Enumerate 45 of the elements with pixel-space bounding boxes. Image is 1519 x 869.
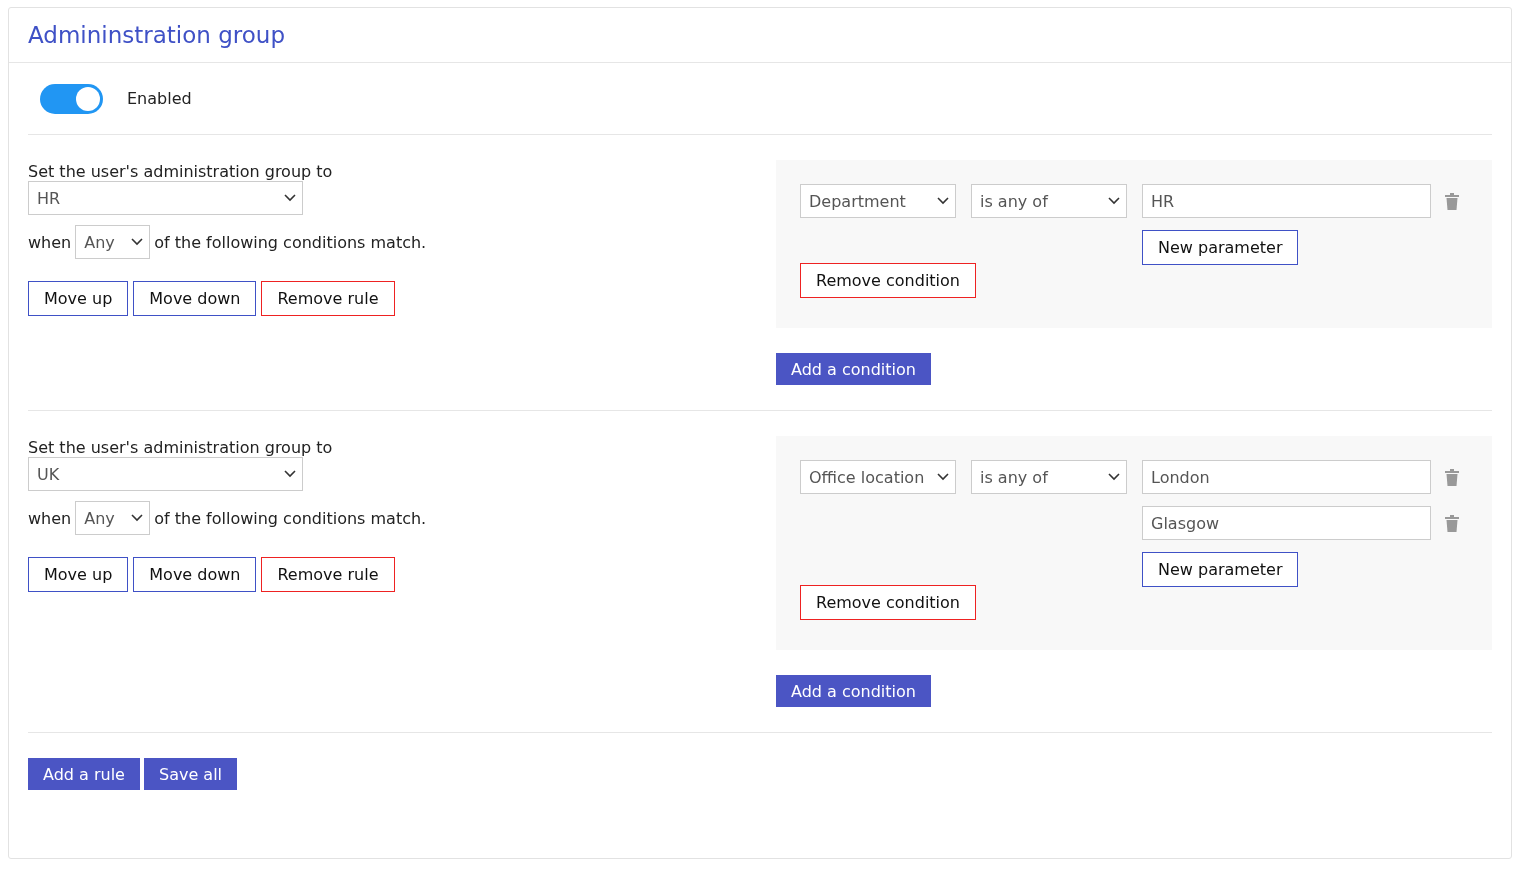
chevron-down-icon	[131, 514, 144, 522]
when-label: when	[28, 508, 72, 528]
remove-rule-button[interactable]: Remove rule	[261, 557, 395, 592]
chevron-down-icon	[1108, 473, 1120, 481]
page-title: Admininstration group	[28, 22, 285, 48]
match-suffix: of the following conditions match.	[154, 232, 427, 252]
move-up-button[interactable]: Move up	[28, 557, 129, 592]
toggle-switch[interactable]	[40, 83, 103, 114]
operator-select[interactable]: is any of	[971, 184, 1127, 218]
rule-heading: Set the user's administration group to	[28, 162, 333, 181]
chevron-down-icon	[1108, 197, 1120, 205]
group-select[interactable]: HR	[28, 181, 303, 215]
match-select[interactable]: Any	[75, 225, 151, 259]
chevron-down-icon	[131, 238, 144, 246]
field-select[interactable]: Department	[800, 184, 956, 218]
when-label: when	[28, 232, 72, 252]
chevron-down-icon	[937, 473, 949, 481]
add-condition-button[interactable]: Add a condition	[776, 675, 931, 707]
value-input[interactable]: London	[1142, 460, 1431, 494]
field-select[interactable]: Office location	[800, 460, 956, 494]
move-down-button[interactable]: Move down	[133, 281, 257, 316]
move-down-button[interactable]: Move down	[133, 557, 257, 592]
new-parameter-button[interactable]: New parameter	[1142, 230, 1299, 265]
remove-condition-button[interactable]: Remove condition	[800, 263, 976, 298]
chevron-down-icon	[284, 194, 296, 202]
new-parameter-button[interactable]: New parameter	[1142, 552, 1299, 587]
save-all-button[interactable]: Save all	[143, 758, 238, 790]
rule-heading: Set the user's administration group to	[28, 438, 333, 457]
chevron-down-icon	[937, 197, 949, 205]
trash-icon[interactable]	[1445, 468, 1459, 486]
move-up-button[interactable]: Move up	[28, 281, 129, 316]
match-select[interactable]: Any	[75, 501, 151, 535]
add-rule-button[interactable]: Add a rule	[28, 758, 140, 790]
value-input[interactable]: HR	[1142, 184, 1431, 218]
trash-icon[interactable]	[1445, 514, 1459, 532]
add-condition-button[interactable]: Add a condition	[776, 353, 931, 385]
match-suffix: of the following conditions match.	[154, 508, 427, 528]
trash-icon[interactable]	[1445, 192, 1459, 210]
chevron-down-icon	[284, 470, 296, 478]
operator-select[interactable]: is any of	[971, 460, 1127, 494]
remove-rule-button[interactable]: Remove rule	[261, 281, 395, 316]
group-select[interactable]: UK	[28, 457, 303, 491]
remove-condition-button[interactable]: Remove condition	[800, 585, 976, 620]
toggle-label: Enabled	[127, 89, 192, 108]
value-input[interactable]: Glasgow	[1142, 506, 1431, 540]
